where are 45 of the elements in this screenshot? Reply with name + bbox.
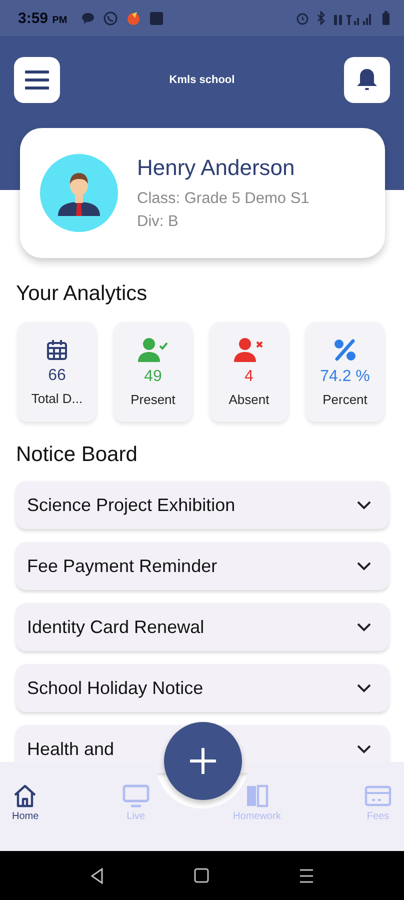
notice-title: Identity Card Renewal — [27, 616, 204, 638]
stat-value: 4 — [244, 368, 254, 386]
stat-label: Present — [130, 392, 176, 406]
notice-title: Fee Payment Reminder — [27, 556, 218, 576]
message-icon — [81, 12, 96, 24]
back-icon[interactable] — [90, 868, 104, 884]
status-time: 3:59 PM — [18, 10, 68, 26]
notice-title: School Holiday Notice — [27, 678, 204, 698]
school-name: Kmls school — [169, 74, 235, 86]
square-icon — [149, 10, 164, 26]
menu-button[interactable] — [14, 57, 60, 103]
stat-label: Absent — [228, 392, 270, 406]
phone-icon — [103, 10, 118, 26]
book-icon — [244, 784, 269, 808]
stat-value: 49 — [144, 368, 162, 386]
section-title: Your Analytics — [16, 281, 148, 307]
notice-title: Health and — [27, 738, 114, 760]
nav-tab[interactable]: Home — [8, 784, 43, 826]
section-title: Notice Board — [16, 442, 138, 468]
menu-lines-icon[interactable] — [299, 868, 314, 882]
notice-title: Science Project Exhibition — [27, 494, 236, 516]
notice-item[interactable]: Identity Card Renewal — [16, 603, 389, 651]
home-icon — [13, 784, 38, 808]
stat-value: 74.2 % — [320, 368, 370, 386]
menu-icon — [25, 70, 49, 90]
home-square-icon[interactable] — [194, 868, 209, 883]
notice-item[interactable]: Science Project Exhibition — [16, 481, 389, 529]
plus-icon — [190, 748, 216, 774]
student-name: Henry Anderson — [137, 155, 296, 181]
bell-icon — [355, 67, 379, 93]
notification-button[interactable] — [344, 57, 390, 103]
stat-label: Percent — [322, 392, 368, 406]
signal-icon — [334, 12, 374, 24]
division-text: Div: B — [137, 213, 180, 231]
bluetooth-icon — [317, 11, 326, 25]
stat-label: Total D... — [31, 390, 83, 406]
app-icon — [126, 10, 142, 26]
card-icon — [364, 784, 392, 808]
monitor-icon — [122, 784, 150, 808]
battery-icon — [382, 11, 390, 25]
notice-item[interactable]: School Holiday Notice — [16, 664, 389, 712]
class-text: Class: Grade 5 Demo S1 — [137, 190, 310, 208]
stat-value: 66 — [48, 366, 66, 384]
alarm-icon — [296, 12, 309, 24]
notice-item[interactable]: Fee Payment Reminder — [16, 542, 389, 590]
